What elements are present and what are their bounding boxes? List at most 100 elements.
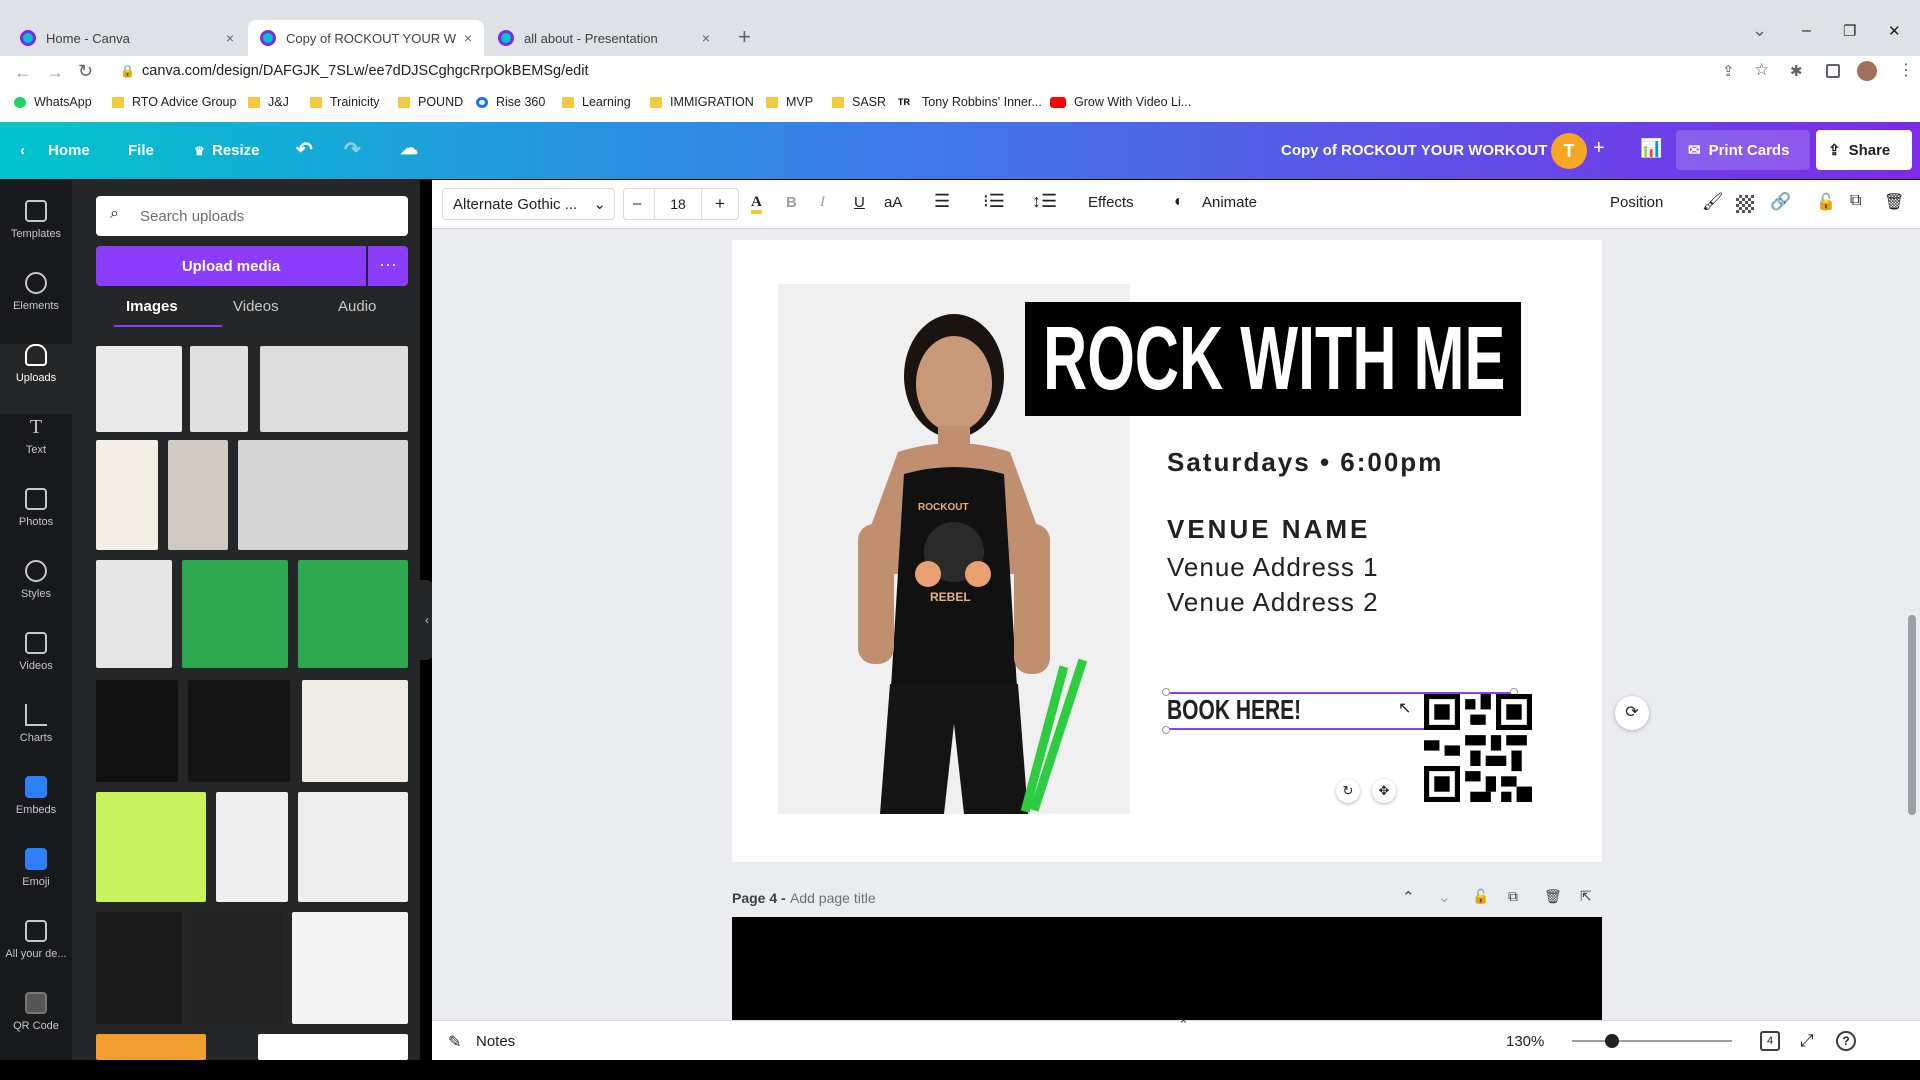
- home-button[interactable]: Home: [48, 142, 90, 159]
- file-menu-button[interactable]: File: [128, 142, 154, 159]
- animate-button[interactable]: Animate: [1202, 194, 1257, 211]
- qr-code-image[interactable]: [1424, 694, 1532, 802]
- upload-thumbnail[interactable]: [298, 560, 408, 668]
- move-page-up-icon[interactable]: ⌃: [1402, 888, 1415, 906]
- browser-menu-icon[interactable]: ⋮: [1898, 60, 1914, 80]
- delete-icon[interactable]: 🗑: [1884, 192, 1904, 212]
- underline-icon[interactable]: U: [854, 194, 865, 211]
- bookmark-trainicity[interactable]: Trainicity: [310, 95, 380, 109]
- zoom-slider-track[interactable]: [1572, 1040, 1732, 1042]
- upload-thumbnail[interactable]: [182, 560, 288, 668]
- upload-thumbnail[interactable]: [188, 680, 290, 782]
- upload-thumbnail[interactable]: [258, 1034, 408, 1060]
- undo-icon[interactable]: ↶: [296, 137, 313, 162]
- bookmark-mvp[interactable]: MVP: [766, 95, 813, 109]
- notes-button[interactable]: Notes: [476, 1033, 515, 1050]
- tab-videos[interactable]: Videos: [233, 298, 279, 315]
- rail-templates[interactable]: Templates: [0, 200, 72, 240]
- rail-text[interactable]: T Text: [0, 416, 72, 456]
- tab-rockout-design[interactable]: Copy of ROCKOUT YOUR WORK ×: [248, 20, 484, 56]
- bookmark-grow-video[interactable]: Grow With Video Li...: [1050, 95, 1191, 109]
- upload-thumbnail[interactable]: [96, 560, 172, 668]
- bookmark-rise360[interactable]: Rise 360: [476, 95, 545, 109]
- rail-videos[interactable]: Videos: [0, 632, 72, 672]
- paint-format-icon[interactable]: 🖌: [1702, 192, 1724, 212]
- upload-thumbnail[interactable]: [96, 680, 178, 782]
- profile-avatar[interactable]: [1857, 61, 1877, 81]
- cloud-saved-icon[interactable]: ☁: [400, 138, 418, 159]
- schedule-text[interactable]: Saturdays • 6:00pm: [1167, 447, 1443, 478]
- bookmark-immigration[interactable]: IMMIGRATION: [650, 95, 754, 109]
- side-panel-icon[interactable]: [1826, 64, 1840, 78]
- rail-charts[interactable]: Charts: [0, 704, 72, 744]
- zoom-slider-thumb[interactable]: [1605, 1034, 1619, 1048]
- vertical-scrollbar-thumb[interactable]: [1908, 615, 1916, 815]
- bold-icon[interactable]: B: [786, 194, 797, 211]
- extensions-icon[interactable]: ✱: [1790, 62, 1803, 80]
- headline-box[interactable]: ROCK WITH ME: [1025, 302, 1521, 416]
- add-page-icon[interactable]: ⇱: [1580, 888, 1592, 905]
- upload-thumbnail[interactable]: [260, 346, 408, 432]
- book-here-text[interactable]: BOOK HERE!: [1167, 692, 1301, 728]
- link-icon[interactable]: 🔗: [1770, 192, 1791, 212]
- show-pages-chevron-icon[interactable]: ⌃: [1178, 1017, 1189, 1033]
- font-family-select[interactable]: Alternate Gothic ... ⌄: [442, 188, 615, 220]
- move-handle-icon[interactable]: ✥: [1372, 779, 1396, 803]
- upload-thumbnail[interactable]: [96, 346, 182, 432]
- bookmark-star-icon[interactable]: ☆: [1754, 60, 1769, 80]
- tab-close-icon[interactable]: ×: [226, 30, 234, 46]
- back-icon[interactable]: ←: [14, 62, 32, 83]
- upload-thumbnail[interactable]: [96, 1034, 206, 1060]
- add-collaborator-icon[interactable]: +: [1593, 137, 1605, 160]
- letter-case-icon[interactable]: aA: [884, 194, 902, 211]
- upload-thumbnail[interactable]: [302, 680, 408, 782]
- move-page-down-icon[interactable]: ⌄: [1438, 888, 1451, 906]
- italic-icon[interactable]: I: [820, 194, 825, 211]
- new-tab-button[interactable]: +: [738, 24, 751, 50]
- share-page-icon[interactable]: ⇪: [1722, 62, 1735, 80]
- design-page[interactable]: ROCKOUT REBEL ROCK WITH ME Saturdays • 6…: [732, 240, 1602, 862]
- lock-icon[interactable]: 🔒: [120, 64, 135, 78]
- rail-uploads[interactable]: Uploads: [0, 344, 72, 414]
- lock-element-icon[interactable]: 🔓: [1816, 192, 1836, 212]
- url-text[interactable]: canva.com/design/DAFGJK_7SLw/ee7dDJSCghg…: [142, 63, 588, 79]
- upload-thumbnail[interactable]: [192, 912, 282, 1024]
- bookmark-pound[interactable]: POUND: [398, 95, 463, 109]
- position-button[interactable]: Position: [1610, 194, 1663, 211]
- upload-thumbnail[interactable]: [96, 440, 158, 550]
- upload-more-options-button[interactable]: ···: [368, 246, 408, 286]
- tab-search-icon[interactable]: ⌄: [1752, 20, 1767, 41]
- effects-button[interactable]: Effects: [1088, 194, 1134, 211]
- regenerate-icon[interactable]: ⟳: [1615, 696, 1649, 730]
- lock-page-icon[interactable]: 🔓: [1472, 888, 1489, 905]
- bullet-list-icon[interactable]: ⁝☰: [983, 191, 1005, 212]
- text-color-icon[interactable]: A: [751, 194, 762, 214]
- bookmark-rto[interactable]: RTO Advice Group: [112, 95, 236, 109]
- close-window-button[interactable]: ✕: [1888, 22, 1901, 40]
- tab-close-icon[interactable]: ×: [464, 30, 472, 46]
- bookmark-learning[interactable]: Learning: [562, 95, 631, 109]
- bookmark-whatsapp[interactable]: WhatsApp: [14, 95, 92, 109]
- font-size-input[interactable]: 18: [654, 189, 702, 219]
- upload-thumbnail[interactable]: [190, 346, 248, 432]
- upload-thumbnail[interactable]: [292, 912, 408, 1024]
- tab-images[interactable]: Images: [126, 298, 178, 315]
- upload-thumbnail[interactable]: [238, 440, 408, 550]
- spacing-icon[interactable]: ↕☰: [1032, 191, 1057, 212]
- restore-button[interactable]: ❐: [1843, 22, 1856, 40]
- increase-font-size-button[interactable]: +: [715, 194, 725, 214]
- duplicate-icon[interactable]: ⧉: [1850, 192, 1861, 210]
- print-cards-button[interactable]: ✉ Print Cards: [1676, 130, 1810, 170]
- venue-name-text[interactable]: VENUE NAME: [1167, 514, 1370, 545]
- rail-embeds[interactable]: Embeds: [0, 776, 72, 816]
- forward-icon[interactable]: →: [46, 62, 64, 83]
- rail-emoji[interactable]: Emoji: [0, 848, 72, 888]
- rail-elements[interactable]: Elements: [0, 272, 72, 312]
- align-left-icon[interactable]: ☰: [934, 191, 950, 212]
- venue-address-2[interactable]: Venue Address 2: [1167, 587, 1379, 618]
- tab-presentation[interactable]: all about - Presentation ×: [486, 20, 722, 56]
- page-count-indicator[interactable]: 4: [1760, 1031, 1780, 1051]
- upload-thumbnail[interactable]: [96, 912, 182, 1024]
- duplicate-page-icon[interactable]: ⧉: [1508, 888, 1518, 905]
- rail-qr-code[interactable]: QR Code: [0, 992, 72, 1032]
